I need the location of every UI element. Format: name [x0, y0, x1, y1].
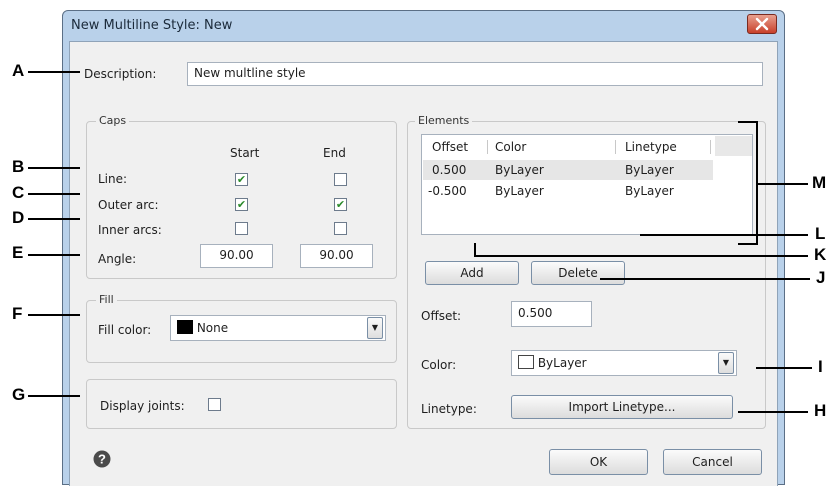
cancel-button[interactable]: Cancel	[663, 449, 762, 475]
callout-line-c	[28, 193, 80, 195]
header-filler	[715, 136, 752, 156]
row-color: ByLayer	[495, 184, 544, 198]
callout-i: I	[818, 357, 823, 376]
callout-f: F	[12, 304, 23, 323]
callout-line-e	[28, 254, 80, 256]
callout-h: H	[814, 401, 827, 420]
caps-line-start-checkbox[interactable]: ✔	[235, 173, 248, 186]
offset-input[interactable]: 0.500	[511, 301, 592, 327]
callout-j: J	[816, 268, 826, 287]
color-value: ByLayer	[537, 356, 587, 370]
callout-line-f	[28, 314, 80, 316]
close-button[interactable]	[747, 14, 777, 34]
callout-line-l	[640, 234, 808, 236]
callout-l: L	[815, 224, 826, 243]
callout-bracket-m-top	[738, 121, 758, 123]
linetype-label: Linetype:	[421, 402, 477, 416]
close-icon	[755, 17, 769, 31]
description-input[interactable]: New multline style	[187, 62, 763, 86]
table-row[interactable]: -0.500 ByLayer ByLayer	[423, 181, 713, 201]
column-header-linetype[interactable]: Linetype	[625, 140, 677, 154]
caps-inner-arcs-end-checkbox[interactable]	[334, 222, 347, 235]
callout-c: C	[12, 183, 25, 202]
display-joints-checkbox[interactable]	[208, 398, 221, 411]
color-select[interactable]: ByLayer	[511, 350, 737, 376]
callout-line-k	[474, 255, 808, 257]
dialog-client-area: Description: New multline style Caps Sta…	[69, 41, 778, 486]
caps-line-end-checkbox[interactable]	[334, 173, 347, 186]
callout-m: M	[812, 173, 827, 192]
column-separator	[615, 140, 616, 154]
callout-g: G	[12, 385, 26, 404]
dialog-title: New Multiline Style: New	[71, 18, 233, 33]
caps-outer-arc-start-checkbox[interactable]: ✔	[235, 198, 248, 211]
fill-color-select[interactable]: None	[170, 315, 386, 341]
color-swatch	[518, 355, 534, 369]
question-circle-icon: ?	[93, 450, 111, 468]
column-separator	[710, 140, 711, 154]
row-color: ByLayer	[495, 163, 544, 177]
callout-line-a	[28, 71, 80, 73]
callout-a: A	[12, 61, 25, 80]
callout-line-d	[28, 218, 80, 220]
caps-start-header: Start	[230, 146, 260, 160]
row-offset: 0.500	[432, 163, 467, 177]
callout-d: D	[12, 208, 25, 227]
callout-line-i	[756, 367, 812, 369]
callout-line-h	[738, 411, 808, 413]
caps-angle-end-input[interactable]: 90.00	[300, 244, 373, 268]
caps-inner-arcs-start-checkbox[interactable]	[235, 222, 248, 235]
column-separator	[487, 140, 488, 154]
callout-line-b	[28, 167, 80, 169]
caps-line-label: Line:	[98, 172, 128, 186]
column-header-offset[interactable]: Offset	[432, 140, 468, 154]
elements-list[interactable]: Offset Color Linetype 0.500 ByLayer ByLa…	[421, 134, 753, 235]
dialog-window: New Multiline Style: New Description: Ne…	[62, 10, 785, 486]
row-offset: -0.500	[428, 184, 467, 198]
callout-k: K	[814, 245, 827, 264]
fill-color-value: None	[196, 321, 229, 335]
fill-color-label: Fill color:	[98, 323, 152, 337]
callout-b: B	[12, 157, 25, 176]
table-row[interactable]: 0.500 ByLayer ByLayer	[423, 160, 713, 180]
caps-angle-start-input[interactable]: 90.00	[200, 244, 273, 268]
callout-line-k-stem	[474, 243, 476, 257]
title-bar[interactable]: New Multiline Style: New	[63, 11, 784, 41]
fill-color-swatch	[177, 320, 193, 334]
color-dropdown-arrow[interactable]: ▼	[718, 352, 734, 374]
delete-button[interactable]: Delete	[531, 261, 625, 285]
import-linetype-button[interactable]: Import Linetype...	[511, 395, 733, 419]
caps-end-header: End	[323, 146, 346, 160]
add-button[interactable]: Add	[425, 261, 519, 285]
color-label: Color:	[421, 358, 457, 372]
help-button[interactable]: ?	[92, 449, 112, 469]
caps-outer-arc-label: Outer arc:	[98, 198, 159, 212]
callout-line-g	[28, 395, 80, 397]
caps-angle-label: Angle:	[98, 252, 137, 266]
callout-line-m	[756, 183, 808, 185]
offset-label: Offset:	[421, 309, 462, 323]
caps-group-label: Caps	[96, 114, 130, 127]
row-linetype: ByLayer	[625, 163, 674, 177]
callout-line-j	[600, 278, 810, 280]
fill-color-dropdown-arrow[interactable]: ▼	[367, 317, 383, 339]
elements-group-label: Elements	[415, 114, 473, 127]
caps-outer-arc-end-checkbox[interactable]: ✔	[334, 198, 347, 211]
ok-button[interactable]: OK	[549, 449, 648, 475]
callout-e: E	[12, 243, 24, 262]
display-joints-label: Display joints:	[100, 399, 185, 413]
row-linetype: ByLayer	[625, 184, 674, 198]
description-label: Description:	[84, 67, 157, 81]
callout-bracket-m-bottom	[738, 243, 758, 245]
fill-group-label: Fill	[96, 293, 117, 306]
column-header-color[interactable]: Color	[495, 140, 526, 154]
svg-text:?: ?	[98, 452, 106, 467]
caps-inner-arcs-label: Inner arcs:	[98, 223, 162, 237]
